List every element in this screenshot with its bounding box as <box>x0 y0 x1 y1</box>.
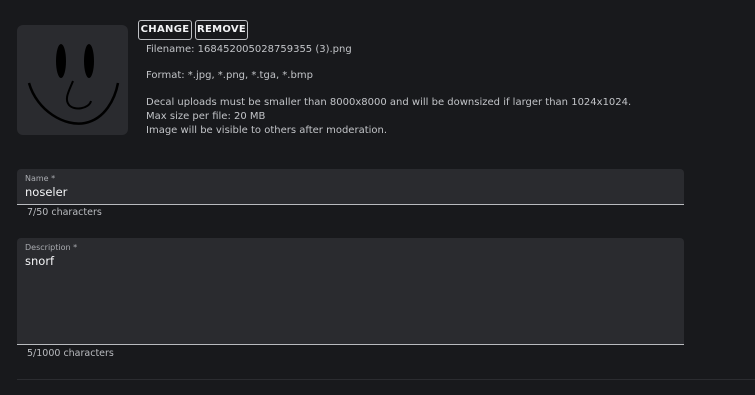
filename-text: Filename: 1684520050287593​55 (3).png <box>146 44 352 55</box>
decal-preview-image <box>17 25 128 135</box>
max-size-text: Max size per file: 20 MB <box>146 111 266 122</box>
decal-upload-page: CHANGE REMOVE Filename: 1684520050287593… <box>0 0 755 395</box>
name-input[interactable]: noseler <box>25 185 67 199</box>
name-field[interactable]: Name * noseler <box>17 169 684 205</box>
description-textarea[interactable]: snorf <box>25 254 54 268</box>
size-limit-text: Decal uploads must be smaller than 8000x… <box>146 97 632 108</box>
format-text: Format: *.jpg, *.png, *.tga, *.bmp <box>146 70 313 81</box>
name-field-label: Name * <box>25 174 56 183</box>
moderation-note-text: Image will be visible to others after mo… <box>146 125 388 136</box>
description-field-label: Description * <box>25 243 78 252</box>
section-divider <box>17 379 755 380</box>
smiley-face-icon <box>27 44 120 125</box>
description-field[interactable]: Description * snorf <box>17 238 684 345</box>
name-character-count: 7/50 characters <box>27 207 102 218</box>
description-character-count: 5/1000 characters <box>27 348 114 359</box>
change-image-button[interactable]: CHANGE <box>138 20 192 40</box>
remove-image-button[interactable]: REMOVE <box>195 20 248 40</box>
